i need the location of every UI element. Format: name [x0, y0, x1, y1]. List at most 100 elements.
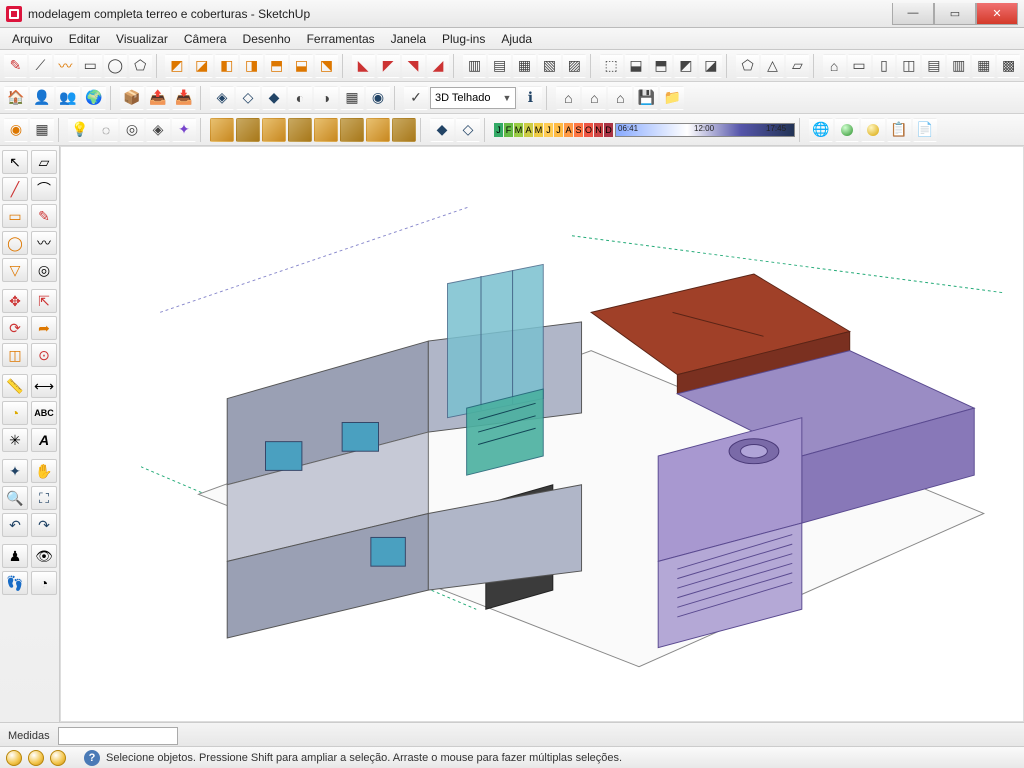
offset-tool[interactable]: ◎ [31, 258, 57, 282]
rotate-tool[interactable]: ⟳ [2, 316, 28, 340]
tool-icon[interactable]: ⬚ [600, 54, 623, 78]
tool-icon[interactable]: ▱ [786, 54, 809, 78]
tool-icon[interactable]: ◥ [402, 54, 425, 78]
tool-icon[interactable]: ✎ [4, 54, 27, 78]
tool-icon[interactable]: ▩ [997, 54, 1020, 78]
orbit-tool[interactable]: ✦ [2, 459, 28, 483]
tool-icon[interactable]: 👤 [30, 86, 54, 110]
look-around-tool[interactable]: 👁 [31, 544, 57, 568]
tool-icon[interactable]: ◈ [210, 86, 234, 110]
maximize-button[interactable]: ▭ [934, 3, 976, 25]
status-dot[interactable] [835, 118, 859, 142]
months-strip[interactable]: J F M A M J J A S O N D [494, 123, 613, 137]
tool-icon[interactable]: 🌐 [809, 118, 833, 142]
position-camera-tool[interactable]: ♟ [2, 544, 28, 568]
tool-icon[interactable]: 👥 [56, 86, 80, 110]
polygon-tool[interactable]: ▽ [2, 258, 28, 282]
tool-icon[interactable]: ℹ [518, 86, 542, 110]
tool-icon[interactable]: 📤 [146, 86, 170, 110]
tool-icon[interactable]: ⬠ [129, 54, 152, 78]
tool-icon[interactable]: ◩ [165, 54, 188, 78]
style-dropdown[interactable]: 3D Telhado ▼ [430, 87, 516, 109]
tool-icon[interactable]: 📋 [887, 118, 911, 142]
tool-icon[interactable]: ⬠ [736, 54, 759, 78]
pencil-tool[interactable]: ✎ [31, 204, 57, 228]
status-icon[interactable] [50, 750, 66, 766]
material-swatch[interactable] [392, 118, 416, 142]
line-tool[interactable]: ╱ [2, 177, 28, 201]
tool-icon[interactable]: ▭ [848, 54, 871, 78]
tool-icon[interactable]: ⌂ [582, 86, 606, 110]
close-button[interactable]: ✕ [976, 3, 1018, 25]
tool-icon[interactable]: △ [761, 54, 784, 78]
tool-icon[interactable]: ◪ [699, 54, 722, 78]
tool-icon[interactable]: ◆ [262, 86, 286, 110]
tool-icon[interactable]: ◧ [215, 54, 238, 78]
tool-icon[interactable]: ◇ [456, 118, 480, 142]
material-swatch[interactable] [210, 118, 234, 142]
menu-editar[interactable]: Editar [61, 30, 108, 48]
move-tool[interactable]: ✥ [2, 289, 28, 313]
tool-icon[interactable]: ⬓ [625, 54, 648, 78]
previous-tool[interactable]: ↶ [2, 513, 28, 537]
tool-icon[interactable]: ▭ [79, 54, 102, 78]
tool-icon[interactable]: ⟋ [29, 54, 52, 78]
tool-icon[interactable]: ◫ [897, 54, 920, 78]
walk-tool[interactable]: 👣 [2, 571, 28, 595]
freehand-tool[interactable]: 〰 [31, 231, 57, 255]
tool-icon[interactable]: ◪ [190, 54, 213, 78]
tool-icon[interactable]: ◆ [430, 118, 454, 142]
scale-tool[interactable]: ◫ [2, 343, 28, 367]
tool-icon[interactable]: ▯ [873, 54, 896, 78]
status-icon[interactable] [6, 750, 22, 766]
menu-ajuda[interactable]: Ajuda [493, 30, 540, 48]
3d-viewport[interactable] [60, 146, 1024, 722]
help-icon[interactable]: ? [84, 750, 100, 766]
tool-icon[interactable]: ▦ [513, 54, 536, 78]
time-of-day-slider[interactable]: 06:41 12:00 17:45 [615, 123, 795, 137]
material-swatch[interactable] [366, 118, 390, 142]
tool-icon[interactable]: 📦 [120, 86, 144, 110]
menu-desenho[interactable]: Desenho [235, 30, 299, 48]
tool-icon[interactable]: 📁 [660, 86, 684, 110]
axes-tool[interactable]: ✳ [2, 428, 28, 452]
offset2-tool[interactable]: ⊙ [31, 343, 57, 367]
eraser-tool[interactable]: ▱ [31, 150, 57, 174]
section-tool[interactable]: ◔ [31, 571, 57, 595]
tool-icon[interactable]: ◉ [4, 118, 28, 142]
tool-icon[interactable]: 💡 [68, 118, 92, 142]
menu-plugins[interactable]: Plug-ins [434, 30, 493, 48]
tool-icon[interactable]: ◤ [377, 54, 400, 78]
tool-icon[interactable]: ◨ [240, 54, 263, 78]
checkmark-icon[interactable]: ✓ [404, 86, 428, 110]
tool-icon[interactable]: ◇ [236, 86, 260, 110]
tool-icon[interactable]: ◣ [352, 54, 375, 78]
tool-icon[interactable]: ⌂ [823, 54, 846, 78]
tool-icon[interactable]: ◎ [120, 118, 144, 142]
next-tool[interactable]: ↷ [31, 513, 57, 537]
tool-icon[interactable]: ▦ [972, 54, 995, 78]
pushpull-tool[interactable]: ⇱ [31, 289, 57, 313]
followme-tool[interactable]: ➦ [31, 316, 57, 340]
tool-icon[interactable]: ⬒ [265, 54, 288, 78]
minimize-button[interactable]: — [892, 3, 934, 25]
tool-icon[interactable]: ◢ [427, 54, 450, 78]
menu-arquivo[interactable]: Arquivo [4, 30, 61, 48]
tool-icon[interactable]: ▥ [463, 54, 486, 78]
select-tool[interactable]: ↖ [2, 150, 28, 174]
menu-janela[interactable]: Janela [383, 30, 434, 48]
tool-icon[interactable]: ✦ [172, 118, 196, 142]
tool-icon[interactable]: ▦ [340, 86, 364, 110]
tool-icon[interactable]: 🌍 [82, 86, 106, 110]
tool-icon[interactable]: 📥 [172, 86, 196, 110]
tool-icon[interactable]: ◐ [288, 86, 312, 110]
tool-icon[interactable]: ⬓ [290, 54, 313, 78]
tool-icon[interactable]: 〰 [54, 54, 77, 78]
tool-icon[interactable]: ◑ [314, 86, 338, 110]
3dtext-tool[interactable]: A [31, 428, 57, 452]
material-swatch[interactable] [262, 118, 286, 142]
tool-icon[interactable]: ◌ [94, 118, 118, 142]
measures-input[interactable] [58, 727, 178, 745]
text-tool[interactable]: ABC [31, 401, 57, 425]
arc-tool[interactable]: ⌒ [31, 177, 57, 201]
